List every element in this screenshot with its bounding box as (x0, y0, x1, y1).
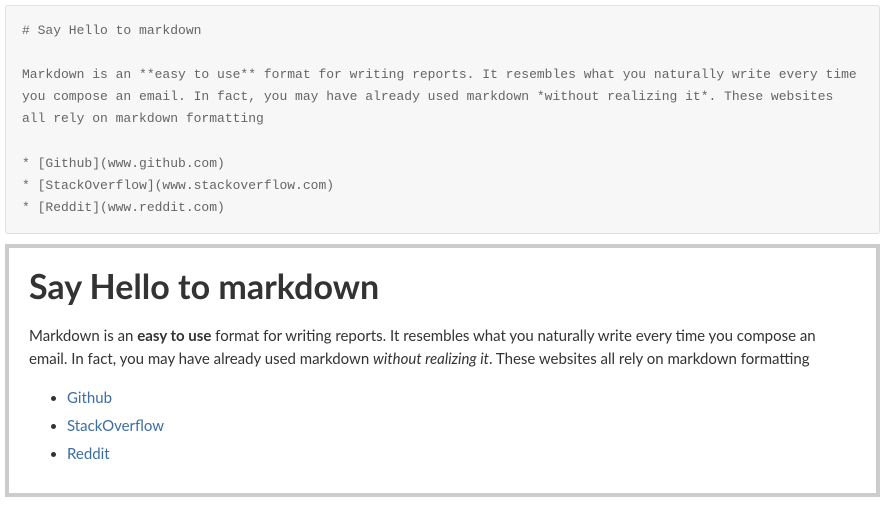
link-github[interactable]: Github (67, 389, 112, 407)
rendered-list: Github StackOverflow Reddit (29, 389, 856, 463)
link-reddit[interactable]: Reddit (67, 445, 110, 463)
rendered-paragraph: Markdown is an easy to use format for wr… (29, 325, 856, 372)
source-line: Markdown is an **easy to use** format fo… (22, 67, 865, 126)
source-line: # Say Hello to markdown (22, 23, 201, 38)
para-text: Markdown is an (29, 327, 137, 345)
source-line: * [Reddit](www.reddit.com) (22, 200, 225, 215)
source-line: * [Github](www.github.com) (22, 156, 225, 171)
list-item: Reddit (67, 445, 856, 463)
link-stackoverflow[interactable]: StackOverflow (67, 417, 164, 435)
rendered-heading: Say Hello to markdown (29, 266, 856, 307)
list-item: Github (67, 389, 856, 407)
para-italic: without realizing it (373, 350, 489, 368)
source-line: * [StackOverflow](www.stackoverflow.com) (22, 178, 334, 193)
list-item: StackOverflow (67, 417, 856, 435)
para-bold: easy to use (137, 327, 211, 345)
markdown-rendered-pane: Say Hello to markdown Markdown is an eas… (5, 244, 880, 498)
markdown-source-pane: # Say Hello to markdown Markdown is an *… (5, 5, 880, 234)
para-text: . These websites all rely on markdown fo… (489, 350, 810, 368)
